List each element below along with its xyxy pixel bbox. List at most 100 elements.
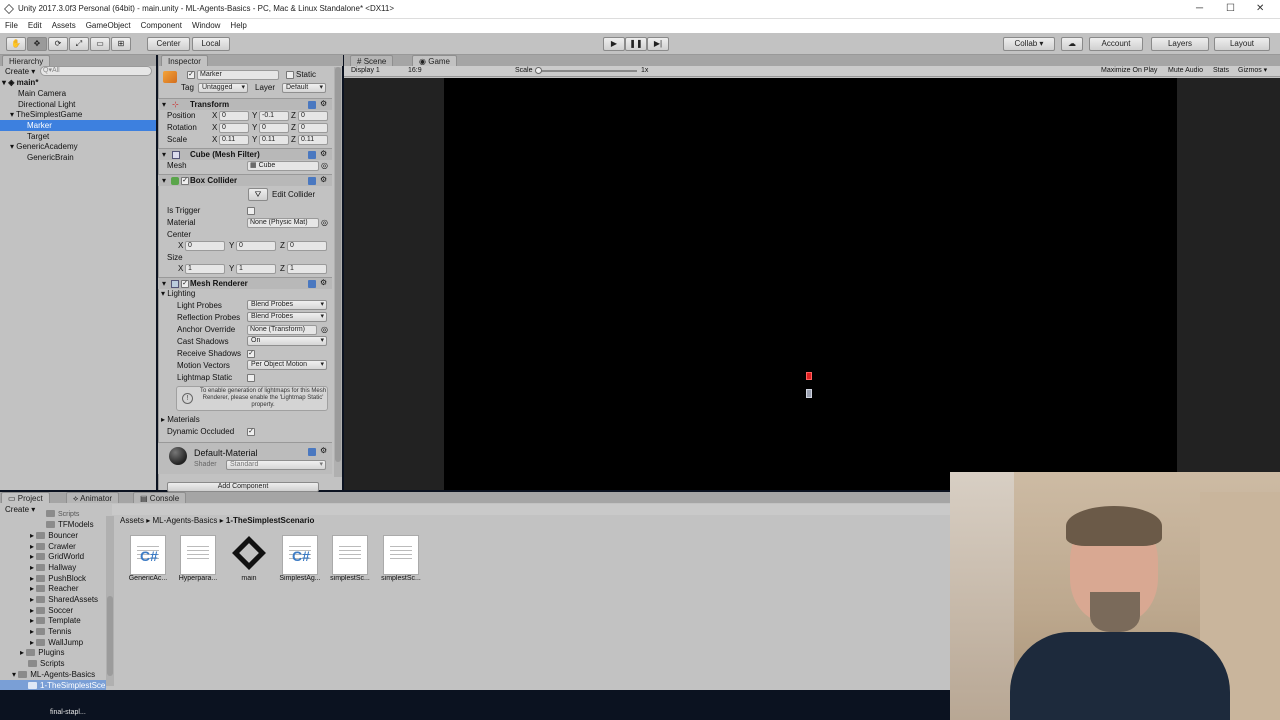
cloud-icon[interactable]: ☁	[1061, 37, 1083, 51]
help-book-icon[interactable]	[308, 177, 316, 185]
inspector-scrollbar[interactable]	[334, 67, 342, 477]
help-book-icon[interactable]	[308, 280, 316, 288]
hierarchy-item-thesimplestgame[interactable]: ▾ TheSimplestGame	[10, 109, 82, 120]
breadcrumb-ml-agents-basics[interactable]: ML-Agents-Basics	[152, 516, 217, 525]
motion-vectors-dropdown[interactable]: Per Object Motion	[247, 360, 327, 370]
rotation-x-field[interactable]: 0	[219, 123, 249, 133]
tab-scene[interactable]: # Scene	[350, 55, 394, 66]
mute-audio-toggle[interactable]: Mute Audio	[1168, 66, 1203, 76]
size-x-field[interactable]: 1	[185, 264, 225, 274]
hierarchy-create-button[interactable]: Create ▾	[5, 67, 35, 77]
folder-scripts[interactable]: Scripts	[28, 658, 64, 669]
anchor-override-field[interactable]: None (Transform)	[247, 325, 317, 335]
help-book-icon[interactable]	[308, 448, 316, 456]
scale-tool-icon[interactable]: ⤢	[69, 37, 89, 51]
folder-plugins[interactable]: ▸ Plugins	[20, 647, 65, 658]
pivot-local-button[interactable]: Local	[192, 37, 230, 51]
asset-simplestscenario-1[interactable]: simplestSc...	[326, 535, 374, 582]
folder-tfmodels[interactable]: TFModels	[46, 519, 94, 530]
breadcrumb-assets[interactable]: Assets	[120, 516, 144, 525]
transform-header[interactable]: ▾ ⊹ Transform ⚙	[158, 98, 332, 110]
cast-shadows-dropdown[interactable]: On	[247, 336, 327, 346]
gameobject-name-input[interactable]: Marker	[197, 70, 279, 80]
hierarchy-item-genericacademy[interactable]: ▾ GenericAcademy	[10, 141, 78, 152]
display-dropdown[interactable]: Display 1	[351, 66, 380, 76]
breadcrumb-current[interactable]: 1-TheSimplestScenario	[226, 516, 314, 525]
light-probes-dropdown[interactable]: Blend Probes	[247, 300, 327, 310]
folder-template[interactable]: ▸ Template	[30, 615, 81, 626]
scale-z-field[interactable]: 0.11	[298, 135, 328, 145]
hand-tool-icon[interactable]: ✋	[6, 37, 26, 51]
mesh-renderer-enabled-checkbox[interactable]: ✓	[181, 280, 189, 288]
is-trigger-checkbox[interactable]	[247, 207, 255, 215]
menu-window[interactable]: Window	[187, 19, 225, 33]
asset-genericacademy[interactable]: C# GenericAc...	[124, 535, 172, 582]
rotate-tool-icon[interactable]: ⟳	[48, 37, 68, 51]
box-collider-enabled-checkbox[interactable]: ✓	[181, 177, 189, 185]
layout-dropdown[interactable]: Layout	[1214, 37, 1270, 51]
help-book-icon[interactable]	[308, 101, 316, 109]
collab-button[interactable]: Collab ▾	[1003, 37, 1055, 51]
scale-slider[interactable]	[535, 67, 637, 74]
position-y-field[interactable]: -0.1	[259, 111, 289, 121]
tab-hierarchy[interactable]: Hierarchy	[2, 55, 51, 66]
folder-bouncer[interactable]: ▸ Bouncer	[30, 530, 78, 541]
menu-help[interactable]: Help	[225, 19, 251, 33]
lighting-foldout[interactable]: ▾ Lighting	[161, 289, 195, 299]
step-button[interactable]: ▶|	[647, 37, 669, 51]
dynamic-occluded-checkbox[interactable]: ✓	[247, 428, 255, 436]
gear-icon[interactable]: ⚙	[320, 149, 327, 158]
tab-animator[interactable]: ⟡ Animator	[66, 492, 120, 503]
collider-material-field[interactable]: None (Physic Mat)	[247, 218, 319, 228]
center-y-field[interactable]: 0	[236, 241, 276, 251]
asset-simplestagent[interactable]: C# SimplestAg...	[276, 535, 324, 582]
tab-inspector[interactable]: Inspector	[161, 55, 208, 66]
hierarchy-item-main-camera[interactable]: Main Camera	[18, 88, 66, 99]
rect-tool-icon[interactable]: ▭	[90, 37, 110, 51]
rotation-z-field[interactable]: 0	[298, 123, 328, 133]
scale-y-field[interactable]: 0.11	[259, 135, 289, 145]
receive-shadows-checkbox[interactable]: ✓	[247, 350, 255, 358]
project-tree-scrollbar[interactable]	[106, 516, 114, 686]
tag-dropdown[interactable]: Untagged	[198, 83, 248, 93]
mesh-field[interactable]: ▦ Cube	[247, 161, 319, 171]
menu-file[interactable]: File	[0, 19, 23, 33]
size-y-field[interactable]: 1	[236, 264, 276, 274]
gear-icon[interactable]: ⚙	[320, 278, 327, 287]
scale-slider-thumb[interactable]	[535, 67, 542, 74]
folder-sharedassets[interactable]: ▸ SharedAssets	[30, 594, 98, 605]
folder-gridworld[interactable]: ▸ GridWorld	[30, 551, 84, 562]
maximize-on-play-toggle[interactable]: Maximize On Play	[1101, 66, 1157, 76]
rotation-y-field[interactable]: 0	[259, 123, 289, 133]
gameobject-active-checkbox[interactable]: ✓	[187, 71, 195, 79]
position-z-field[interactable]: 0	[298, 111, 328, 121]
hierarchy-item-marker[interactable]: Marker	[0, 120, 156, 131]
hierarchy-search-input[interactable]: Q▾All	[40, 66, 152, 76]
materials-foldout[interactable]: ▸ Materials	[161, 415, 200, 425]
mesh-renderer-header[interactable]: ▾ ✓ Mesh Renderer ⚙	[158, 277, 332, 289]
aspect-dropdown[interactable]: 16:9	[408, 66, 422, 76]
move-tool-icon[interactable]: ✥	[27, 37, 47, 51]
menu-gameobject[interactable]: GameObject	[81, 19, 136, 33]
center-z-field[interactable]: 0	[287, 241, 327, 251]
folder-ml-agents-basics[interactable]: ▾ ML-Agents-Basics	[12, 669, 95, 680]
transform-tool-icon[interactable]: ⊞	[111, 37, 131, 51]
scale-x-field[interactable]: 0.11	[219, 135, 249, 145]
object-picker-icon[interactable]: ◎	[321, 161, 328, 171]
gear-icon[interactable]: ⚙	[320, 446, 327, 455]
center-x-field[interactable]: 0	[185, 241, 225, 251]
mesh-filter-header[interactable]: ▾ Cube (Mesh Filter) ⚙	[158, 148, 332, 160]
hierarchy-item-genericbrain[interactable]: GenericBrain	[27, 152, 74, 163]
menu-component[interactable]: Component	[136, 19, 187, 33]
lightmap-static-checkbox[interactable]	[247, 374, 255, 382]
scene-root[interactable]: ▾ ◈ main*	[2, 77, 38, 88]
project-create-button[interactable]: Create ▾	[5, 505, 35, 515]
folder-reacher[interactable]: ▸ Reacher	[30, 583, 79, 594]
add-component-button[interactable]: Add Component	[167, 482, 319, 492]
tab-game[interactable]: ◉ Game	[412, 55, 458, 66]
asset-main-scene[interactable]: main	[225, 535, 273, 582]
gear-icon[interactable]: ⚙	[320, 175, 327, 184]
menu-edit[interactable]: Edit	[23, 19, 47, 33]
help-book-icon[interactable]	[308, 151, 316, 159]
close-icon[interactable]: ✕	[1256, 3, 1264, 14]
